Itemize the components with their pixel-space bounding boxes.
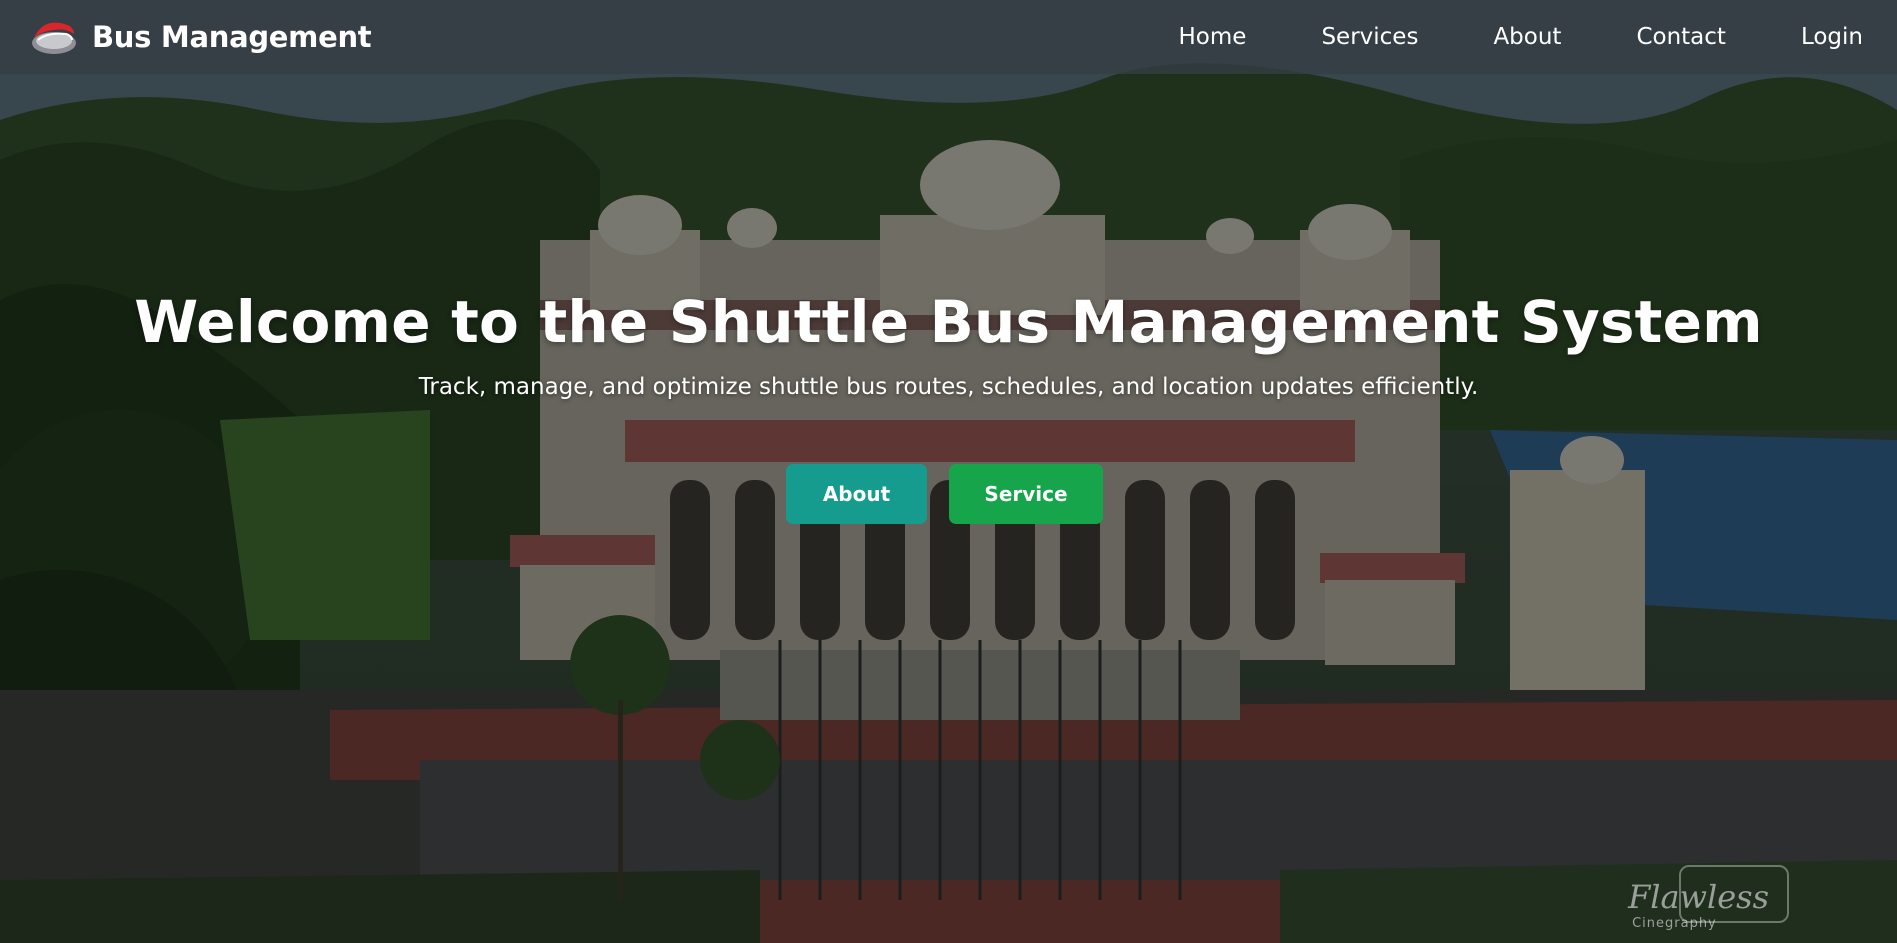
camera-frame-icon [1679,865,1789,923]
hero-button-group: About Service [0,464,1897,524]
hero-title: Welcome to the Shuttle Bus Management Sy… [134,288,1763,356]
top-navbar: Bus Management Home Services About Conta… [0,0,1897,74]
brand-home-link[interactable]: Bus Management [28,14,372,60]
about-button[interactable]: About [786,464,927,524]
video-watermark: Flawless Cinegraphy [1628,865,1789,931]
hero-section: Welcome to the Shuttle Bus Management Sy… [0,288,1897,524]
nav-about-link[interactable]: About [1493,24,1561,50]
nav-menu: Home Services About Contact Login [1104,24,1863,50]
nav-login-link[interactable]: Login [1801,24,1863,50]
nav-services-link[interactable]: Services [1321,24,1418,50]
home-page: Bus Management Home Services About Conta… [0,0,1897,943]
service-button[interactable]: Service [949,464,1103,524]
brand-name: Bus Management [92,20,372,54]
hero-subtitle: Track, manage, and optimize shuttle bus … [418,374,1479,400]
nav-home-link[interactable]: Home [1179,24,1247,50]
bus-logo-icon [32,22,76,54]
nav-contact-link[interactable]: Contact [1636,24,1725,50]
